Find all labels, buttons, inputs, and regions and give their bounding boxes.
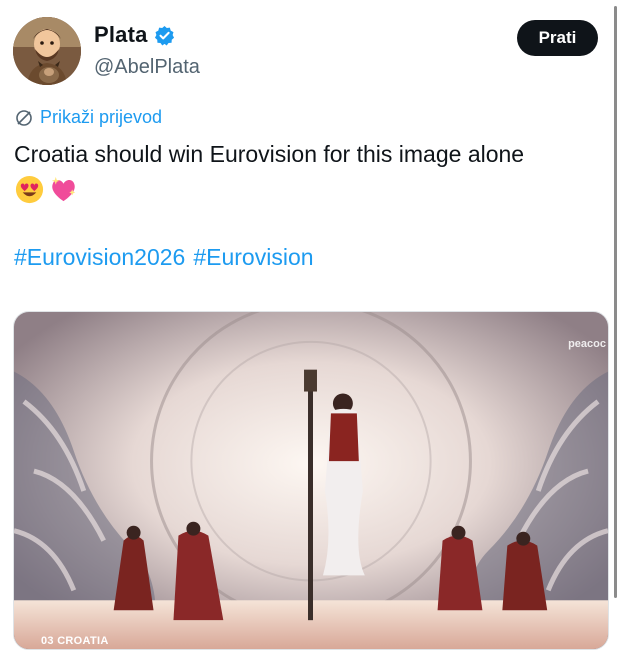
follow-button[interactable]: Prati bbox=[517, 20, 598, 56]
avatar-icon bbox=[13, 17, 81, 85]
verified-badge-icon bbox=[154, 25, 175, 46]
tweet-text: Croatia should win Eurovision for this i… bbox=[14, 141, 525, 167]
sparkling-heart-emoji-icon bbox=[48, 174, 79, 205]
author-handle[interactable]: @AbelPlata bbox=[94, 56, 200, 79]
media-caption: 03 CROATIA bbox=[41, 635, 109, 647]
stage-photo bbox=[14, 312, 608, 649]
hashtag-link[interactable]: #Eurovision bbox=[193, 244, 313, 271]
hashtags: #Eurovision2026 #Eurovision bbox=[14, 244, 314, 271]
scrollbar[interactable] bbox=[614, 6, 617, 598]
media-image[interactable]: peacoc 03 CROATIA bbox=[13, 311, 609, 650]
translate-label: Prikaži prijevod bbox=[40, 107, 163, 127]
author-avatar[interactable] bbox=[13, 17, 81, 85]
translate-link[interactable]: Prikaži prijevod bbox=[14, 107, 162, 128]
author-name-row: Plata bbox=[94, 22, 175, 48]
emoji-row bbox=[14, 174, 79, 205]
author-display-name[interactable]: Plata bbox=[94, 22, 148, 48]
tweet-card: Plata @AbelPlata Prati Prikaži prijevod … bbox=[0, 0, 622, 663]
hashtag-link[interactable]: #Eurovision2026 bbox=[14, 244, 185, 271]
media-watermark: peacoc bbox=[568, 338, 606, 350]
heart-eyes-emoji-icon bbox=[14, 174, 45, 205]
translate-globe-icon bbox=[16, 109, 32, 126]
